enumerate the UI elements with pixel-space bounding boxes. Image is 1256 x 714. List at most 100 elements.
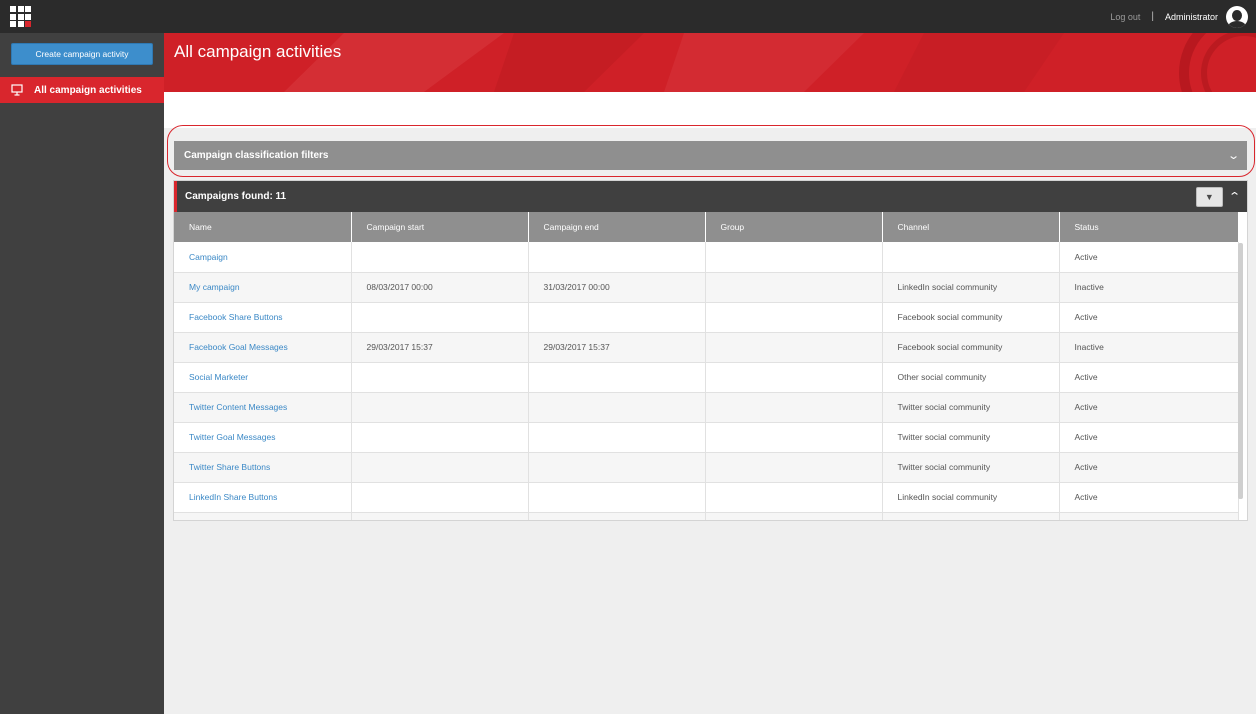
app-grid-icon[interactable] (10, 6, 31, 27)
campaign-start-cell (351, 422, 529, 453)
user-name[interactable]: Administrator (1165, 12, 1218, 22)
channel-cell (882, 242, 1060, 273)
empty-cell (882, 512, 1060, 520)
campaign-start-cell (351, 242, 529, 273)
campaign-start-cell (351, 392, 529, 423)
column-header-status[interactable]: Status (1059, 212, 1239, 242)
table-row: Twitter Goal Messages Twitter social com… (174, 422, 1239, 453)
table-header-row: Name Campaign start Campaign end Group C… (174, 212, 1239, 242)
status-cell: Active (1059, 302, 1239, 333)
campaign-start-cell: 29/03/2017 15:37 (351, 332, 529, 363)
column-header-campaign-end[interactable]: Campaign end (528, 212, 706, 242)
campaign-end-cell (528, 362, 706, 393)
table-row (174, 512, 1239, 520)
campaigns-found-count: Campaigns found: 11 (185, 191, 287, 202)
channel-cell: LinkedIn social community (882, 272, 1060, 303)
sidebar: Create campaign activity All campaign ac… (0, 33, 164, 714)
sidebar-item-all-campaign-activities[interactable]: All campaign activities (0, 77, 164, 103)
group-cell (705, 452, 883, 483)
campaign-name-link[interactable]: Twitter Goal Messages (174, 422, 352, 453)
status-cell: Active (1059, 422, 1239, 453)
presentation-board-icon (11, 84, 23, 96)
status-cell: Active (1059, 362, 1239, 393)
top-bar: Log out | Administrator (0, 0, 1256, 33)
campaign-start-cell (351, 452, 529, 483)
campaigns-table: Name Campaign start Campaign end Group C… (174, 212, 1239, 520)
content-spacer (164, 92, 1256, 128)
logout-link[interactable]: Log out (1110, 12, 1140, 22)
campaign-end-cell: 31/03/2017 00:00 (528, 272, 706, 303)
group-cell (705, 332, 883, 363)
chevron-down-icon[interactable]: ⌄ (1227, 149, 1240, 162)
campaign-name-link[interactable]: Twitter Content Messages (174, 392, 352, 423)
table-row: Twitter Content Messages Twitter social … (174, 392, 1239, 423)
group-cell (705, 362, 883, 393)
page-header: All campaign activities (164, 33, 1256, 92)
campaign-name-link[interactable]: Twitter Share Buttons (174, 452, 352, 483)
campaign-classification-filters-toggle[interactable]: Campaign classification filters ⌄ (174, 141, 1247, 170)
separator: | (1151, 11, 1154, 22)
campaign-end-cell: 29/03/2017 15:37 (528, 332, 706, 363)
user-avatar-icon[interactable] (1226, 5, 1248, 28)
campaign-end-cell (528, 242, 706, 273)
column-header-channel[interactable]: Channel (882, 212, 1060, 242)
status-cell: Active (1059, 482, 1239, 513)
table-row: LinkedIn Share Buttons LinkedIn social c… (174, 482, 1239, 513)
campaign-name-link[interactable]: Social Marketer (174, 362, 352, 393)
group-cell (705, 242, 883, 273)
empty-cell (705, 512, 883, 520)
status-cell: Active (1059, 392, 1239, 423)
empty-cell (1059, 512, 1239, 520)
campaign-end-cell (528, 482, 706, 513)
filter-label: Campaign classification filters (184, 150, 329, 161)
table-row: Campaign Active (174, 242, 1239, 273)
campaign-end-cell (528, 452, 706, 483)
campaign-name-link[interactable]: LinkedIn Share Buttons (174, 482, 352, 513)
page-title: All campaign activities (174, 42, 342, 61)
table-row: Facebook Share Buttons Facebook social c… (174, 302, 1239, 333)
empty-cell (528, 512, 706, 520)
table-row: Social Marketer Other social community A… (174, 362, 1239, 393)
status-cell: Inactive (1059, 332, 1239, 363)
campaigns-grid: Campaigns found: 11 ▼ ⌃ Name Campaign st… (173, 180, 1248, 521)
table-row: My campaign 08/03/2017 00:00 31/03/2017 … (174, 272, 1239, 303)
campaign-end-cell (528, 422, 706, 453)
group-cell (705, 482, 883, 513)
sidebar-item-label: All campaign activities (34, 84, 142, 96)
campaign-name-link[interactable]: My campaign (174, 272, 352, 303)
campaign-end-cell (528, 302, 706, 333)
chevron-up-icon[interactable]: ⌃ (1228, 190, 1241, 203)
status-cell: Inactive (1059, 272, 1239, 303)
channel-cell: Other social community (882, 362, 1060, 393)
empty-cell (351, 512, 529, 520)
column-header-campaign-start[interactable]: Campaign start (351, 212, 529, 242)
status-cell: Active (1059, 452, 1239, 483)
campaign-start-cell: 08/03/2017 00:00 (351, 272, 529, 303)
group-cell (705, 392, 883, 423)
empty-cell (174, 512, 352, 520)
channel-cell: Twitter social community (882, 422, 1060, 453)
table-row: Twitter Share Buttons Twitter social com… (174, 452, 1239, 483)
campaign-name-link[interactable]: Facebook Share Buttons (174, 302, 352, 333)
user-menu: Log out | Administrator (1110, 0, 1256, 33)
channel-cell: Facebook social community (882, 302, 1060, 333)
channel-cell: Twitter social community (882, 452, 1060, 483)
column-header-name[interactable]: Name (174, 212, 352, 242)
table-row: Facebook Goal Messages 29/03/2017 15:37 … (174, 332, 1239, 363)
campaign-start-cell (351, 362, 529, 393)
channel-cell: Twitter social community (882, 392, 1060, 423)
group-cell (705, 302, 883, 333)
campaign-start-cell (351, 482, 529, 513)
campaign-start-cell (351, 302, 529, 333)
grid-header: Campaigns found: 11 ▼ ⌃ (174, 181, 1247, 212)
campaign-name-link[interactable]: Facebook Goal Messages (174, 332, 352, 363)
column-header-group[interactable]: Group (705, 212, 883, 242)
create-campaign-activity-button[interactable]: Create campaign activity (11, 43, 153, 65)
group-cell (705, 272, 883, 303)
channel-cell: LinkedIn social community (882, 482, 1060, 513)
grid-scrollbar[interactable] (1238, 243, 1243, 499)
channel-cell: Facebook social community (882, 332, 1060, 363)
campaign-end-cell (528, 392, 706, 423)
caret-down-icon[interactable]: ▼ (1195, 186, 1223, 207)
campaign-name-link[interactable]: Campaign (174, 242, 352, 273)
